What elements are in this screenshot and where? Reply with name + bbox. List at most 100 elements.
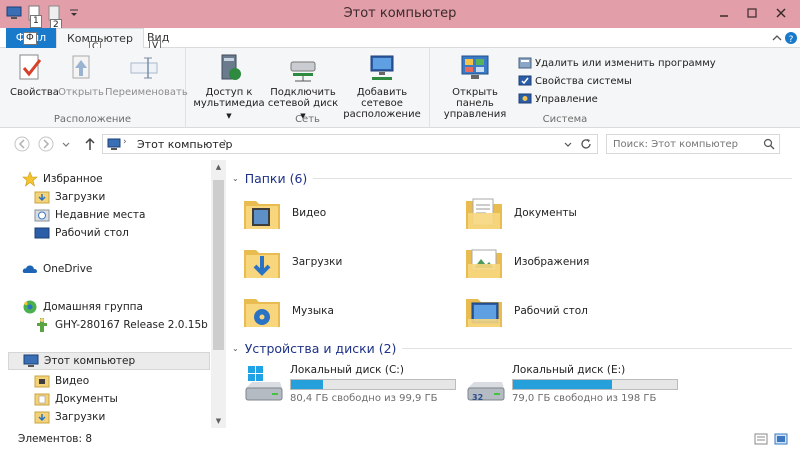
properties-button[interactable]: Свойства [10,52,59,98]
map-drive-label-2: сетевой диск [267,98,339,109]
folder-documents[interactable]: Документы [464,190,684,236]
large-icons-view-icon[interactable] [774,432,788,446]
properties-label: Свойства [10,87,59,98]
map-network-drive-button[interactable]: Подключить сетевой диск ▼ [266,52,340,122]
up-arrow-icon[interactable] [82,136,98,152]
drive-c[interactable]: Локальный диск (C:) 80,4 ГБ свободно из … [244,360,474,408]
nav-item-recent[interactable]: Недавние места [34,206,145,224]
nav-item-label: Недавние места [55,209,146,221]
nav-item-onedrive[interactable]: OneDrive [22,260,92,278]
close-icon[interactable] [770,4,792,22]
rename-label: Переименовать [105,87,188,98]
manage-button[interactable]: Управление [518,90,598,108]
collapse-chevron-icon[interactable]: ⌄ [232,344,239,353]
refresh-icon[interactable] [579,137,593,151]
tab-file[interactable]: Файл Ф [6,28,56,48]
documents-folder-icon [34,391,50,407]
minimize-icon[interactable] [713,4,735,22]
uninstall-program-button[interactable]: Удалить или изменить программу [518,54,716,72]
nav-item-downloads-pc[interactable]: Загрузки [34,408,105,426]
add-network-location-button[interactable]: Добавить сетевое расположение [338,52,426,120]
address-bar[interactable]: › Этот компьютер › [102,134,598,154]
nav-item-desktop[interactable]: Рабочий стол [34,224,129,242]
folder-label: Видео [292,207,327,219]
folder-music[interactable]: Музыка [242,288,462,334]
search-icon[interactable] [763,138,775,150]
system-properties-icon [518,74,532,88]
open-icon [65,52,97,84]
nav-item-downloads[interactable]: Загрузки [34,188,105,206]
breadcrumb-this-pc[interactable]: Этот компьютер [137,138,233,151]
group-location-label: Расположение [53,114,132,125]
media-server-icon [213,52,245,84]
recent-places-icon [34,207,50,223]
title-bar: 1 2 Этот компьютер [0,0,800,32]
nav-pane-scrollbar[interactable]: ▲ ▼ [211,160,226,428]
add-location-label-1: Добавить сетевое [356,87,408,109]
open-button[interactable]: Открыть [58,52,104,98]
cloud-icon [22,261,38,277]
programs-icon [518,56,532,70]
drive-free-space: 79,0 ГБ свободно из 198 ГБ [512,393,657,404]
scroll-thumb[interactable] [213,180,224,350]
breadcrumb-chevron-icon[interactable]: › [223,137,227,147]
section-divider [313,177,792,179]
system-properties-button[interactable]: Свойства системы [518,72,632,90]
maximize-icon[interactable] [741,4,763,22]
collapse-ribbon-icon[interactable] [770,31,784,45]
search-box[interactable] [606,134,780,154]
nav-item-favorites[interactable]: Избранное [22,170,103,188]
back-arrow-icon[interactable] [14,136,30,152]
nav-item-video[interactable]: Видео [34,372,89,390]
folders-section-header[interactable]: ⌄ Папки (6) [232,168,792,188]
breadcrumb-separator-icon: › [123,137,127,147]
item-count: Элементов: 8 [18,433,93,445]
details-view-icon[interactable] [754,432,768,446]
media-access-button[interactable]: Доступ к мультимедиа ▼ [192,52,266,122]
forward-arrow-icon[interactable] [38,136,54,152]
folder-label: Рабочий стол [514,305,588,317]
nav-item-homegroup[interactable]: Домашняя группа [22,298,143,316]
computer-icon [107,137,121,151]
folder-pictures[interactable]: Изображения [464,239,684,285]
network-location-icon [366,52,398,84]
scroll-up-icon[interactable]: ▲ [211,160,226,174]
tab-computer[interactable]: Компьютер C [56,28,144,54]
help-icon[interactable]: ? [784,31,798,45]
control-panel-icon [459,52,491,84]
control-panel-button[interactable]: Открыть панель управления [434,52,516,120]
address-dropdown-icon[interactable] [561,137,575,151]
rename-button[interactable]: Переименовать [105,52,188,98]
properties-icon [14,52,46,84]
homegroup-icon [22,299,38,315]
ribbon: Свойства Открыть Переименовать Расположе… [0,48,800,128]
folder-video[interactable]: Видео [242,190,462,236]
group-system: Открыть панель управления Удалить или из… [430,48,716,128]
search-input[interactable] [607,135,757,153]
media-access-label-2: мультимедиа [193,98,265,109]
network-drive-icon [287,52,319,84]
downloads-folder-icon [34,409,50,425]
nav-item-label: Рабочий стол [55,227,129,239]
folder-desktop[interactable]: Рабочий стол [464,288,684,334]
tab-view[interactable]: Вид V [137,28,179,53]
folder-downloads[interactable]: Загрузки [242,239,462,285]
nav-item-label: Загрузки [55,191,106,203]
nav-item-label: Загрузки [55,411,106,423]
drives-section-header[interactable]: ⌄ Устройства и диски (2) [232,338,792,358]
drive-usage-bar [512,379,678,390]
nav-item-documents[interactable]: Документы [34,390,118,408]
recent-locations-chevron-icon[interactable] [60,136,72,152]
svg-text:?: ? [789,35,794,45]
nav-item-this-pc[interactable]: Этот компьютер [8,352,210,370]
nav-item-homegroup-user[interactable]: GHY-280167 Release 2.0.15b [34,316,208,334]
video-folder-icon [242,193,282,233]
desktop-folder-icon [464,291,504,331]
collapse-chevron-icon[interactable]: ⌄ [232,174,239,183]
drive-e[interactable]: 32 Локальный диск (E:) 79,0 ГБ свободно … [466,360,696,408]
rename-icon [128,52,160,84]
svg-text:32: 32 [472,393,483,402]
scroll-down-icon[interactable]: ▼ [211,414,226,428]
drive-usage-fill [513,380,612,389]
ribbon-tabs: Файл Ф Компьютер C Вид V ? [0,28,800,54]
